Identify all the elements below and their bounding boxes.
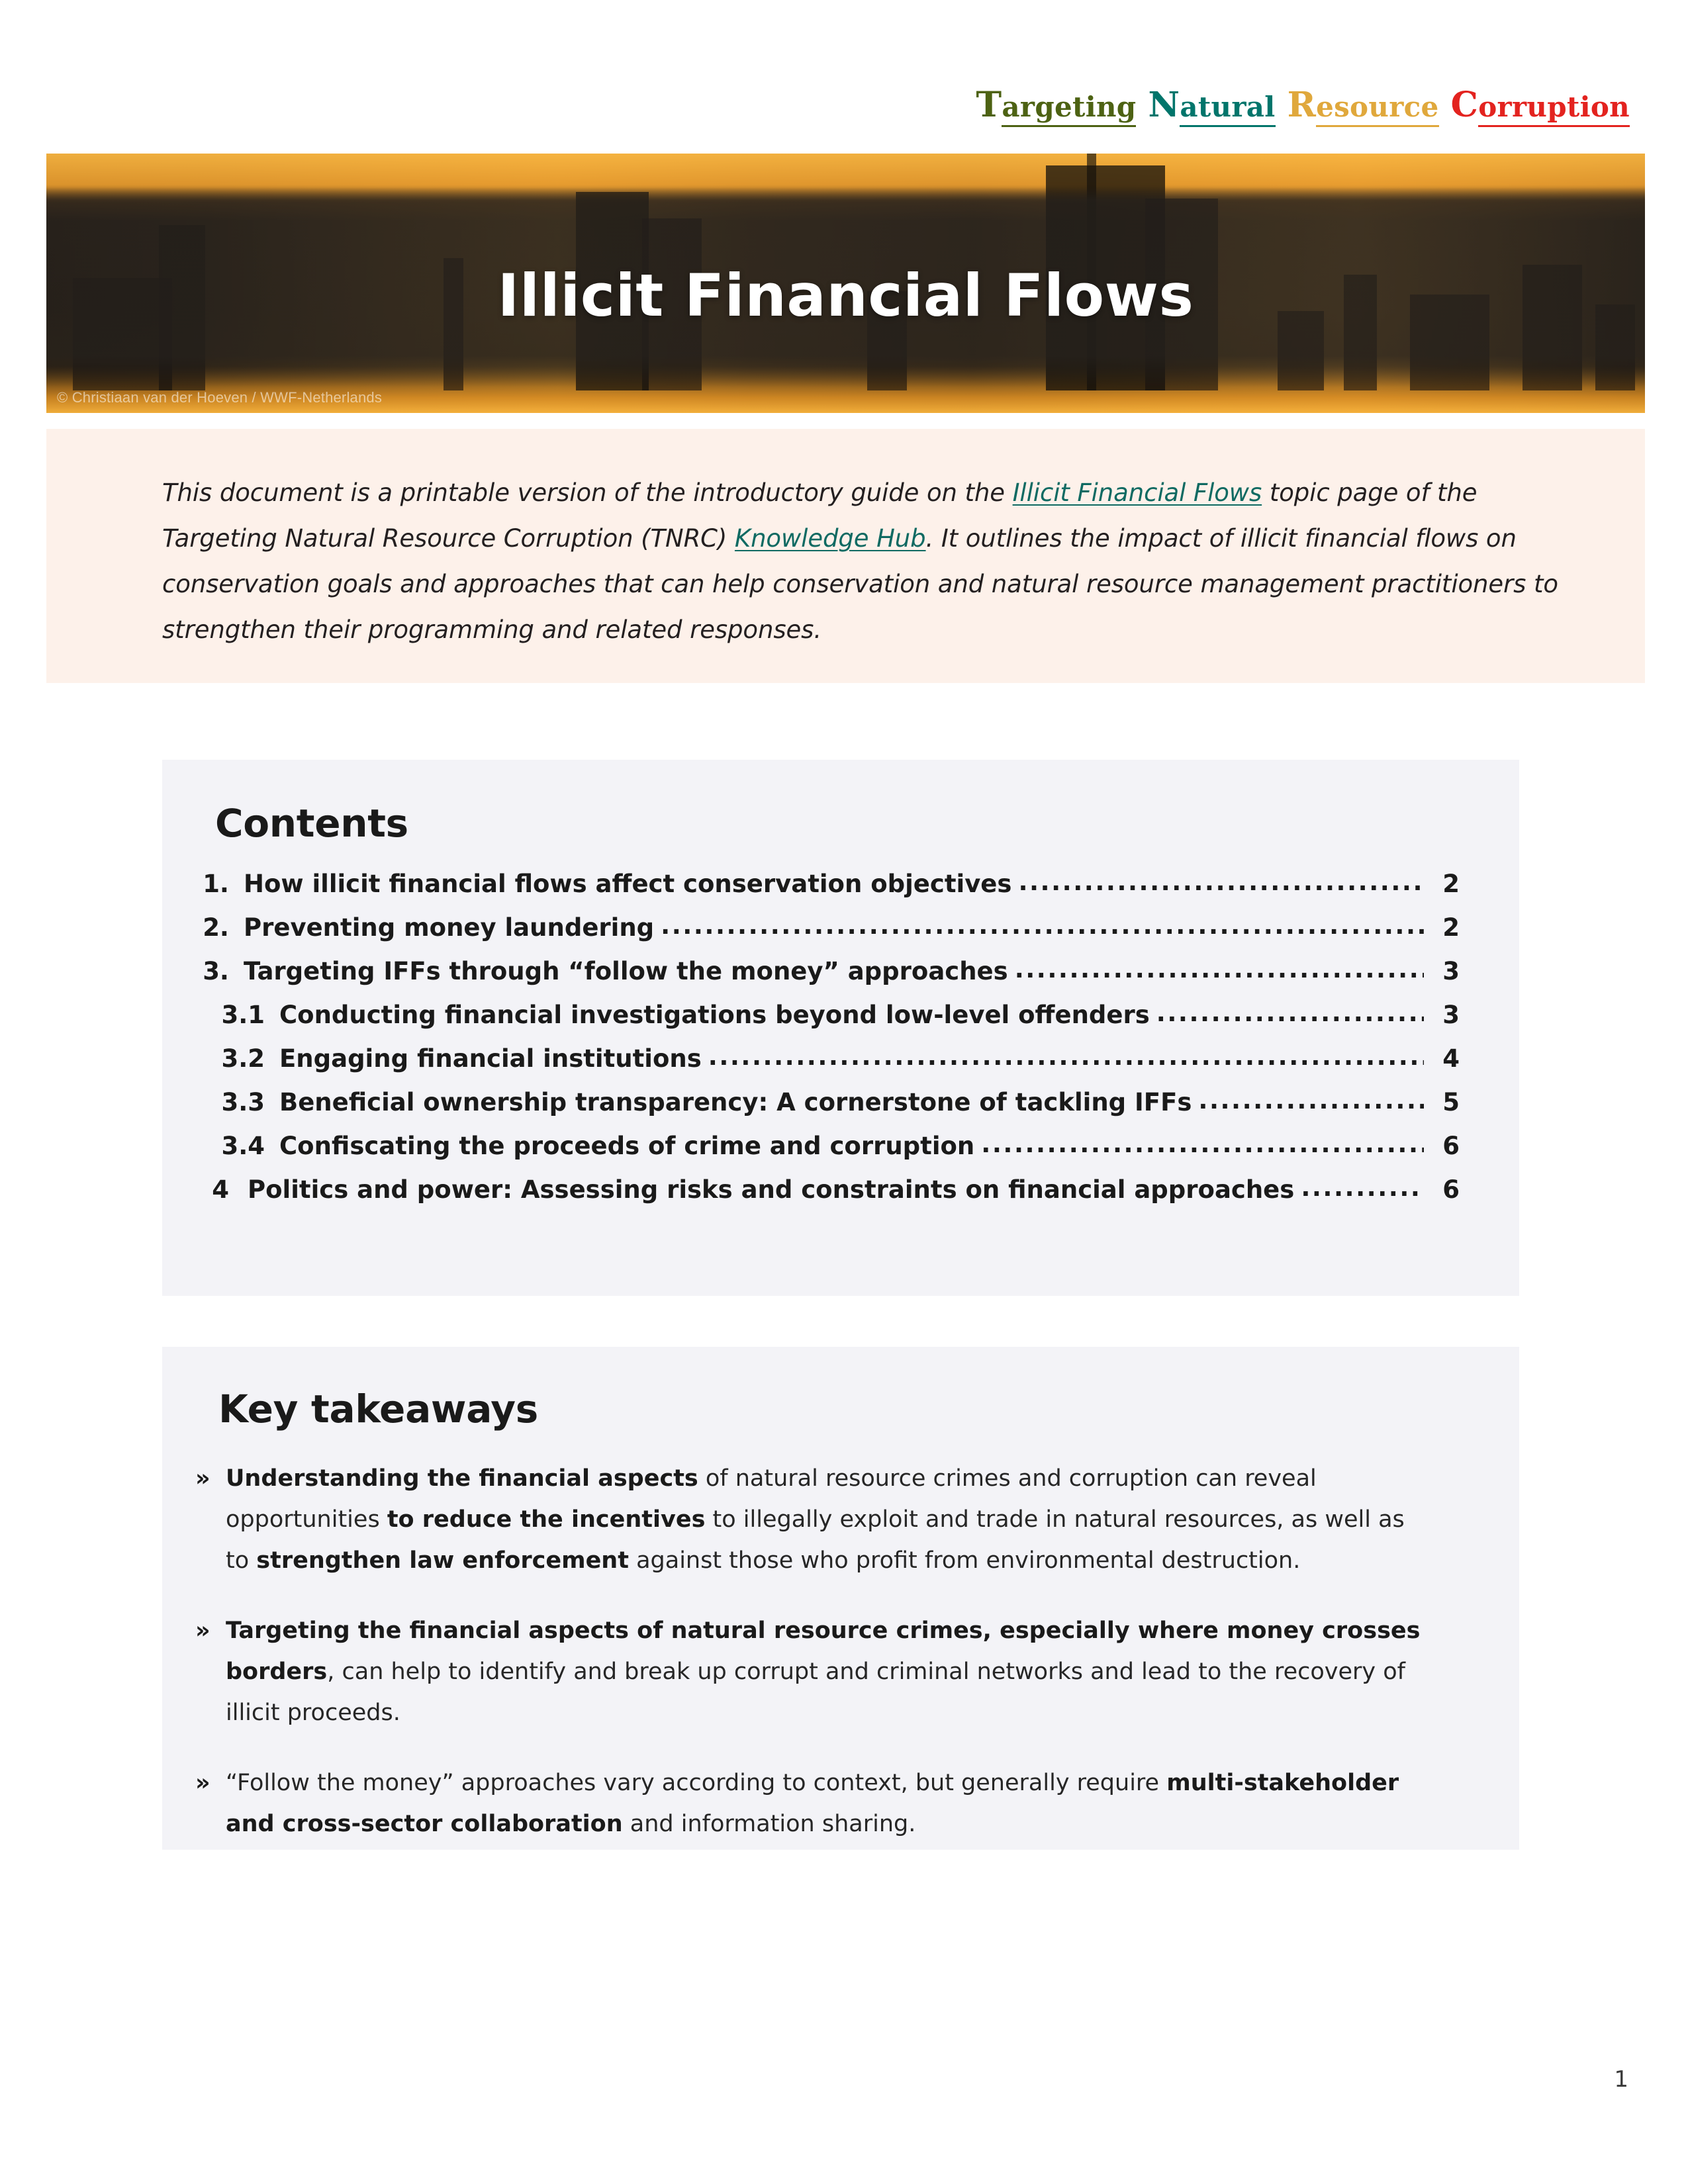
toc-item-page: 5	[1442, 1088, 1460, 1116]
toc-item-label: How illicit financial flows affect conse…	[244, 870, 1012, 898]
toc-item-label: Politics and power: Assessing risks and …	[248, 1175, 1295, 1204]
link-knowledge-hub[interactable]: Knowledge Hub	[735, 524, 926, 553]
tnrc-logo: Targeting Natural Resource Corruption	[976, 85, 1630, 127]
page-title: Illicit Financial Flows	[497, 261, 1194, 330]
toc-item-page: 6	[1442, 1132, 1460, 1160]
intro-panel: This document is a printable version of …	[46, 429, 1645, 683]
toc-item[interactable]: 3.3 Beneficial ownership transparency: A …	[192, 1086, 1460, 1116]
takeaway-plain: , can help to identify and break up corr…	[226, 1659, 1405, 1726]
toc-item-page: 6	[1442, 1175, 1460, 1204]
toc-item[interactable]: 3.1 Conducting financial investigations b…	[192, 999, 1460, 1029]
page-number: 1	[1614, 2066, 1628, 2093]
key-takeaway-text: Understanding the financial aspects of n…	[226, 1458, 1453, 1581]
takeaway-plain: “Follow the money” approaches vary accor…	[226, 1770, 1167, 1796]
key-takeaways-heading: Key takeaways	[218, 1387, 538, 1432]
hero-banner: Illicit Financial Flows © Christiaan van…	[46, 154, 1645, 413]
logo-cap-r: R	[1287, 85, 1317, 125]
toc-item-number: 3.1	[221, 1001, 265, 1029]
toc-item-number: 1.	[203, 870, 229, 898]
toc-item-number: 3.	[203, 957, 229, 985]
logo-word-natural: Natural	[1148, 85, 1276, 127]
key-takeaway-text: Targeting the financial aspects of natur…	[226, 1610, 1453, 1733]
toc-item-label: Beneficial ownership transparency: A cor…	[279, 1088, 1192, 1116]
toc-item[interactable]: 3.2 Engaging financial institutions......…	[192, 1042, 1460, 1073]
toc-item-number: 3.2	[221, 1044, 265, 1073]
toc-item-number: 3.3	[221, 1088, 265, 1116]
logo-word-targeting: Targeting	[976, 85, 1137, 127]
logo-word-corruption: Corruption	[1450, 85, 1630, 127]
toc-item[interactable]: 4 Politics and power: Assessing risks and…	[192, 1173, 1460, 1204]
logo-rest-natural: atural	[1180, 91, 1276, 127]
toc-item-number: 4	[212, 1175, 229, 1204]
logo-rest-corruption: orruption	[1478, 91, 1630, 127]
key-takeaway-item: » Targeting the financial aspects of natu…	[195, 1610, 1453, 1733]
logo-cap-t: T	[976, 85, 1002, 125]
toc-leader-dots: ........................................…	[661, 911, 1424, 940]
toc-item-label: Targeting IFFs through “follow the money…	[244, 957, 1008, 985]
toc-item-number: 3.4	[221, 1132, 265, 1160]
toc-item-label: Conducting financial investigations beyo…	[279, 1001, 1150, 1029]
toc-item-label: Confiscating the proceeds of crime and c…	[279, 1132, 975, 1160]
bullet-chevron-icon: »	[195, 1617, 211, 1644]
toc-item-page: 3	[1442, 957, 1460, 985]
takeaway-emphasis: to reduce the incentives	[387, 1506, 706, 1533]
toc-item-page: 3	[1442, 1001, 1460, 1029]
toc-leader-dots: ........................................…	[1156, 999, 1424, 1027]
toc-item[interactable]: 3. Targeting IFFs through “follow the mon…	[192, 955, 1460, 985]
bullet-chevron-icon: »	[195, 1465, 211, 1492]
key-takeaways-panel: Key takeaways » Understanding the financi…	[162, 1347, 1519, 1850]
toc-item[interactable]: 2. Preventing money laundering...........…	[192, 911, 1460, 942]
contents-heading: Contents	[215, 801, 408, 846]
takeaway-emphasis: strengthen law enforcement	[256, 1547, 629, 1574]
toc-item-page: 2	[1442, 870, 1460, 898]
logo-rest-resource: esource	[1316, 91, 1439, 127]
takeaway-plain: against those who profit from environmen…	[628, 1547, 1301, 1574]
takeaway-plain: and information sharing.	[622, 1811, 916, 1837]
logo-cap-c: C	[1450, 85, 1479, 125]
bullet-chevron-icon: »	[195, 1770, 211, 1796]
toc-item-label: Preventing money laundering	[244, 913, 655, 942]
takeaway-emphasis: Understanding the financial aspects	[226, 1465, 698, 1492]
toc-item-page: 2	[1442, 913, 1460, 942]
toc-leader-dots: ........................................…	[1301, 1173, 1424, 1202]
key-takeaways-list: » Understanding the financial aspects of …	[195, 1458, 1453, 1844]
toc-item-label: Engaging financial institutions	[279, 1044, 702, 1073]
key-takeaway-item: » “Follow the money” approaches vary acco…	[195, 1762, 1453, 1844]
key-takeaway-text: “Follow the money” approaches vary accor…	[226, 1762, 1453, 1844]
toc-leader-dots: ........................................…	[981, 1130, 1424, 1158]
logo-cap-n: N	[1148, 85, 1180, 125]
toc-leader-dots: ........................................…	[708, 1042, 1424, 1071]
photo-credit: © Christiaan van der Hoeven / WWF-Nether…	[57, 389, 383, 406]
link-illicit-financial-flows[interactable]: Illicit Financial Flows	[1013, 478, 1262, 507]
toc-item[interactable]: 1. How illicit financial flows affect con…	[192, 868, 1460, 898]
intro-paragraph: This document is a printable version of …	[162, 470, 1559, 653]
contents-panel: Contents 1. How illicit financial flows a…	[162, 760, 1519, 1296]
toc-item-page: 4	[1442, 1044, 1460, 1073]
key-takeaway-item: » Understanding the financial aspects of …	[195, 1458, 1453, 1581]
toc-item[interactable]: 3.4 Confiscating the proceeds of crime an…	[192, 1130, 1460, 1160]
table-of-contents: 1. How illicit financial flows affect con…	[192, 868, 1460, 1204]
toc-leader-dots: ........................................…	[1198, 1086, 1424, 1115]
document-page: Targeting Natural Resource Corruption Illic…	[0, 0, 1688, 2184]
toc-leader-dots: ........................................…	[1018, 868, 1424, 896]
toc-leader-dots: ........................................…	[1014, 955, 1424, 983]
intro-text-1: This document is a printable version of …	[162, 478, 1013, 507]
toc-item-number: 2.	[203, 913, 229, 942]
logo-word-resource: Resource	[1287, 85, 1439, 127]
logo-rest-targeting: argeting	[1002, 91, 1137, 127]
